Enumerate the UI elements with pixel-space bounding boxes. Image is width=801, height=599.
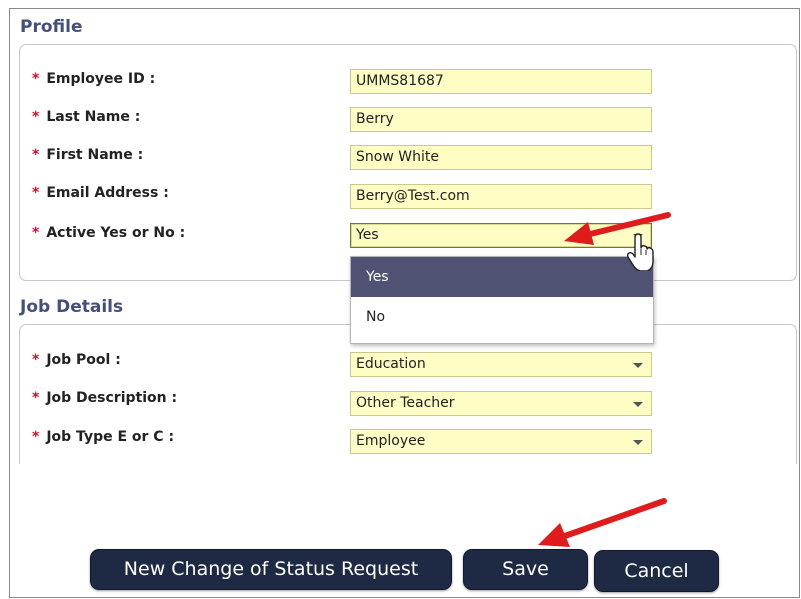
active-label-text: Active Yes or No : — [46, 225, 186, 241]
email-address-label-text: Email Address : — [46, 185, 169, 201]
required-mark: * — [32, 225, 40, 241]
job-pool-select[interactable]: Education — [350, 352, 652, 377]
job-type-select[interactable]: Employee — [350, 429, 652, 454]
cancel-button[interactable]: Cancel — [594, 550, 719, 592]
required-mark: * — [32, 352, 40, 368]
last-name-label-text: Last Name : — [46, 109, 141, 125]
required-mark: * — [32, 109, 40, 125]
profile-section-title: Profile — [20, 17, 83, 37]
job-type-label-text: Job Type E or C : — [46, 429, 175, 445]
last-name-field[interactable]: Berry — [350, 107, 652, 132]
employee-id-label: * Employee ID : — [32, 71, 155, 87]
job-type-label: * Job Type E or C : — [32, 429, 174, 445]
first-name-field[interactable]: Snow White — [350, 145, 652, 170]
chevron-down-icon[interactable] — [633, 402, 643, 407]
active-select-value: Yes — [356, 227, 379, 243]
required-mark: * — [32, 185, 40, 201]
chevron-down-icon[interactable] — [633, 363, 643, 368]
active-dropdown-list: Yes No — [350, 256, 654, 344]
hand-pointer-icon — [627, 233, 654, 271]
required-mark: * — [32, 429, 40, 445]
first-name-label: * First Name : — [32, 147, 143, 163]
job-description-label-text: Job Description : — [46, 390, 178, 406]
form-frame: Profile * Employee ID : UMMS81687 * Last N… — [9, 8, 800, 598]
job-pool-label-text: Job Pool : — [46, 352, 121, 368]
job-pool-value: Education — [356, 356, 426, 372]
job-description-value: Other Teacher — [356, 395, 455, 411]
required-mark: * — [32, 147, 40, 163]
active-label: * Active Yes or No : — [32, 225, 185, 241]
email-address-label: * Email Address : — [32, 185, 169, 201]
email-address-field[interactable]: Berry@Test.com — [350, 184, 652, 209]
dropdown-option-yes[interactable]: Yes — [351, 257, 653, 297]
first-name-label-text: First Name : — [46, 147, 144, 163]
chevron-down-icon[interactable] — [633, 440, 643, 445]
job-description-select[interactable]: Other Teacher — [350, 391, 652, 416]
new-change-of-status-request-button[interactable]: New Change of Status Request — [90, 549, 452, 590]
job-description-label: * Job Description : — [32, 390, 177, 406]
required-mark: * — [32, 390, 40, 406]
dropdown-option-no[interactable]: No — [351, 297, 653, 337]
red-arrow-icon — [564, 212, 671, 245]
job-pool-label: * Job Pool : — [32, 352, 121, 368]
employee-id-field[interactable]: UMMS81687 — [350, 69, 652, 94]
job-type-value: Employee — [356, 433, 426, 449]
job-details-section-title: Job Details — [20, 297, 124, 317]
save-button[interactable]: Save — [463, 549, 588, 590]
required-mark: * — [32, 71, 40, 87]
employee-id-label-text: Employee ID : — [46, 71, 156, 87]
red-arrow-icon — [538, 498, 667, 547]
last-name-label: * Last Name : — [32, 109, 140, 125]
